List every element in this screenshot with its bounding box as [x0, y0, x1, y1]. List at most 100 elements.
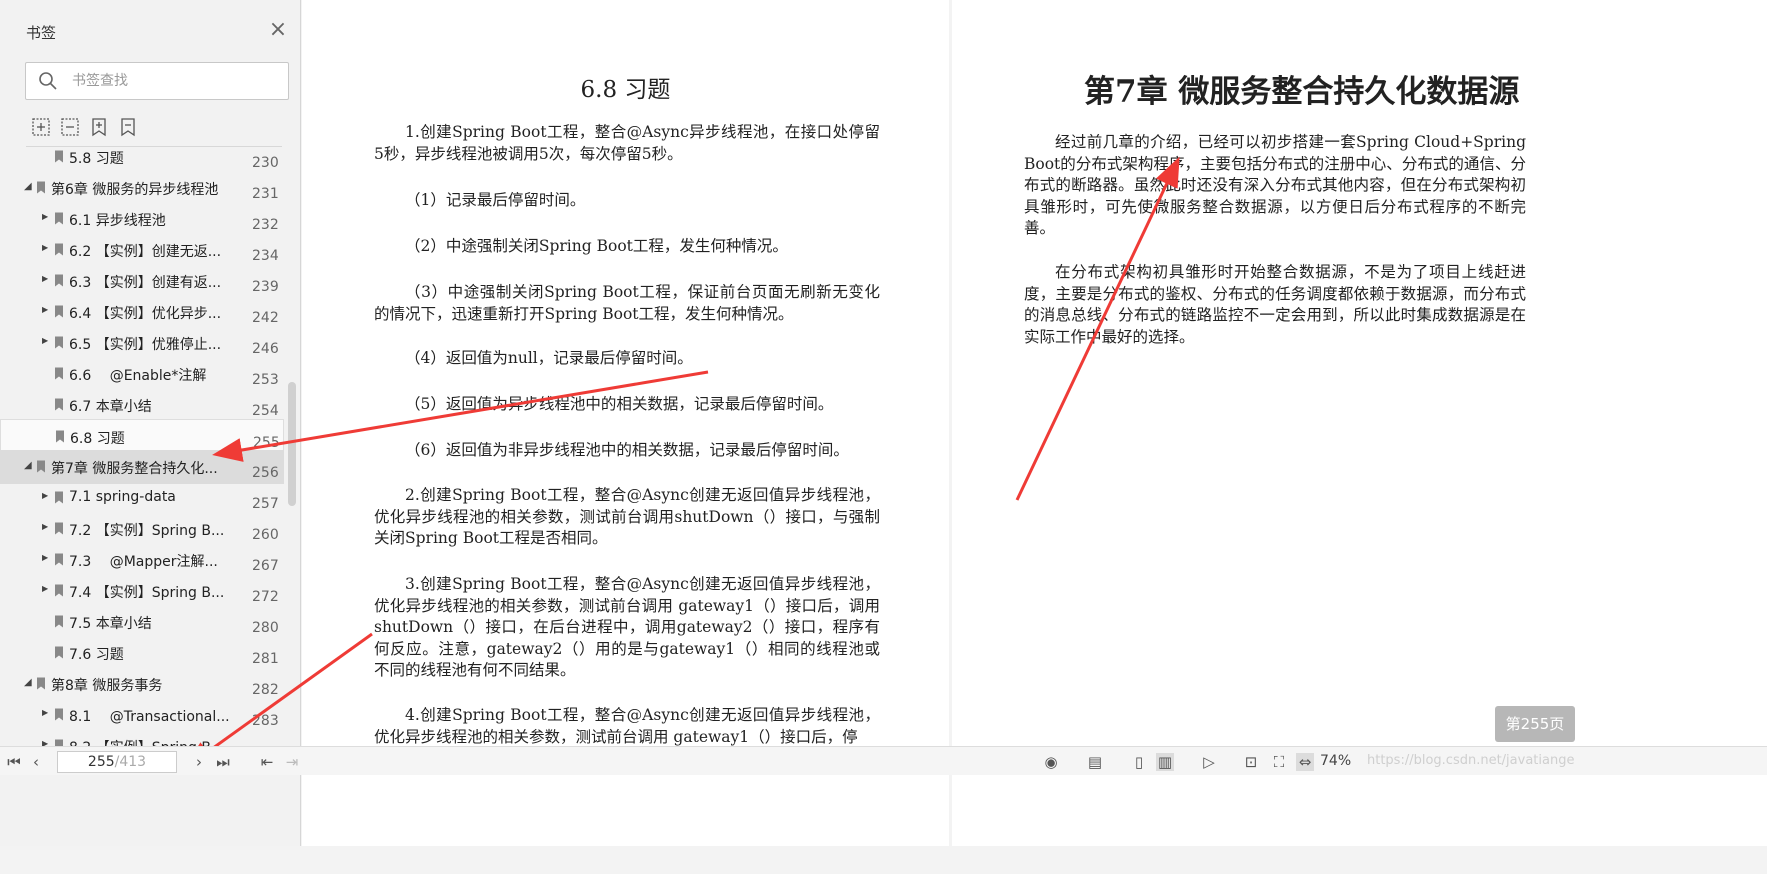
bookmark-search-input[interactable] — [70, 69, 274, 93]
exercise-paragraph: （4）返回值为null，记录最后停留时间。 — [405, 349, 693, 367]
bookmark-label: 7.4 【实例】Spring B... — [69, 585, 225, 601]
bookmark-expand-icon[interactable] — [88, 116, 110, 138]
expand-icon[interactable]: ▶ — [42, 305, 52, 317]
body-paragraph: 在分布式架构初具雏形时开始整合数据源，不是为了项目上线赶进度，主要是分布式的鉴权… — [1024, 263, 1526, 346]
bookmark-icon[interactable] — [117, 116, 139, 138]
body-paragraph: 经过前几章的介绍，已经可以初步搭建一套Spring Cloud+Spring B… — [1024, 133, 1526, 237]
bookmark-page-number: 272 — [252, 589, 279, 605]
last-page-icon[interactable]: ⏭ — [214, 753, 232, 771]
document-page-right: 第7章 微服务整合持久化数据源 经过前几章的介绍，已经可以初步搭建一套Sprin… — [952, 0, 1767, 846]
bookmark-page-number: 267 — [252, 558, 279, 574]
current-page: 255 — [87, 754, 115, 770]
bookmark-icon — [55, 367, 63, 380]
sidebar-scrollbar[interactable] — [288, 382, 296, 506]
exercise-paragraph: 4.创建Spring Boot工程，整合@Async创建无返回值异步线程池，优化… — [374, 706, 880, 746]
bookmark-item[interactable]: ▶ 6.1 异步线程池 232 — [0, 202, 284, 236]
bookmark-label: 6.7 本章小结 — [69, 399, 152, 415]
first-page-icon[interactable]: ⏮ — [5, 753, 23, 771]
expand-icon[interactable]: ▶ — [42, 708, 52, 720]
collapse-icon[interactable]: ◢ — [24, 677, 34, 689]
bookmark-item[interactable]: 6.7 本章小结 254 — [0, 388, 284, 422]
add-bookmark-icon[interactable] — [30, 116, 52, 138]
bookmark-item[interactable]: ▶ 6.5 【实例】优雅停止... 246 — [0, 326, 284, 360]
bookmark-icon — [55, 336, 63, 349]
expand-icon[interactable]: ▶ — [42, 336, 52, 348]
expand-icon[interactable]: ▶ — [42, 491, 52, 503]
bookmark-icon — [55, 212, 63, 225]
play-icon[interactable]: ▷ — [1200, 753, 1218, 771]
close-icon[interactable]: × — [266, 18, 290, 42]
watermark: https://blog.csdn.net/javatiange — [1367, 753, 1575, 768]
bookmark-page-number: 257 — [252, 496, 279, 512]
bookmark-item[interactable]: 6.6 @Enable*注解 253 — [0, 357, 284, 391]
prev-page-icon[interactable]: ‹ — [27, 753, 45, 771]
bookmark-icon — [55, 305, 63, 318]
expand-icon[interactable]: ▶ — [42, 584, 52, 596]
expand-icon[interactable]: ▶ — [42, 274, 52, 286]
back-icon[interactable]: ⇤ — [258, 753, 276, 771]
bookmark-sidebar: 书签 × 5.8 习题 230 ◢ 第6章 微服务的异步线程池 231 ▶ 6.1 异步线程… — [0, 0, 301, 846]
bookmark-label: 6.2 【实例】创建无返... — [69, 244, 222, 260]
bookmark-item[interactable]: 5.8 习题 230 — [0, 140, 284, 174]
page-view-icon[interactable]: ▯ — [1130, 753, 1148, 771]
chapter-title: 第7章 微服务整合持久化数据源 — [1084, 74, 1520, 110]
two-page-view-icon[interactable]: ▥ — [1156, 753, 1174, 771]
bookmark-page-number: 242 — [252, 310, 279, 326]
bookmark-page-number: 232 — [252, 217, 279, 233]
bookmark-item[interactable]: ◢ 第6章 微服务的异步线程池 231 — [0, 171, 284, 205]
total-pages: /413 — [114, 754, 147, 770]
bookmark-label: 7.2 【实例】Spring B... — [69, 523, 225, 539]
section-title: 6.8 习题 — [580, 77, 671, 103]
remove-bookmark-icon[interactable] — [59, 116, 81, 138]
bookmark-label: 8.1 @Transactional... — [69, 709, 230, 725]
bookmark-label: 6.5 【实例】优雅停止... — [69, 337, 222, 353]
page-number-field[interactable]: 255/413 — [57, 751, 177, 773]
bookmark-label: 7.6 习题 — [69, 647, 124, 663]
bookmark-page-number: 260 — [252, 527, 279, 543]
bookmark-icon — [56, 430, 64, 443]
bookmark-page-number: 256 — [252, 465, 279, 481]
next-page-icon[interactable]: › — [190, 753, 208, 771]
zoom-level[interactable]: 74% — [1320, 753, 1351, 769]
bookmark-item[interactable]: ▶ 6.2 【实例】创建无返... 234 — [0, 233, 284, 267]
bookmark-item[interactable]: ▶ 7.2 【实例】Spring B... 260 — [0, 512, 284, 546]
bookmark-search[interactable] — [25, 62, 289, 100]
actual-size-icon[interactable]: ⊡ — [1242, 753, 1260, 771]
bookmark-item[interactable]: ▶ 7.1 spring-data 257 — [0, 481, 284, 515]
bookmark-label: 第6章 微服务的异步线程池 — [51, 182, 219, 198]
bookmark-item[interactable]: ▶ 7.4 【实例】Spring B... 272 — [0, 574, 284, 608]
exercise-paragraph: （1）记录最后停留时间。 — [405, 191, 586, 209]
fit-width-icon[interactable]: ⇔ — [1296, 753, 1314, 771]
bookmark-item[interactable]: ▶ 8.1 @Transactional... 283 — [0, 698, 284, 732]
bookmark-icon — [55, 243, 63, 256]
bookmark-page-number: 246 — [252, 341, 279, 357]
document-page-left: 6.8 习题 1.创建Spring Boot工程，整合@Async异步线程池，在… — [302, 0, 949, 846]
expand-icon[interactable]: ▶ — [42, 522, 52, 534]
expand-icon[interactable]: ▶ — [42, 243, 52, 255]
fit-page-icon[interactable]: ⛶ — [1270, 753, 1288, 771]
bookmark-item[interactable]: ▶ 6.3 【实例】创建有返... 239 — [0, 264, 284, 298]
bookmark-icon — [55, 553, 63, 566]
bookmark-item[interactable]: ▶ 7.3 @Mapper注解... 267 — [0, 543, 284, 577]
bookmark-page-number: 239 — [252, 279, 279, 295]
bookmark-item[interactable]: ▶ 6.4 【实例】优化异步... 242 — [0, 295, 284, 329]
bookmark-item[interactable]: 6.8 习题 255 — [0, 419, 284, 453]
exercise-paragraph: （6）返回值为非异步线程池中的相关数据，记录最后停留时间。 — [405, 441, 849, 459]
bookmark-icon — [55, 522, 63, 535]
bookmark-item[interactable]: ◢ 第8章 微服务事务 282 — [0, 667, 284, 701]
bookmark-item[interactable]: 7.6 习题 281 — [0, 636, 284, 670]
bookmark-label: 6.3 【实例】创建有返... — [69, 275, 222, 291]
bookmark-label: 6.4 【实例】优化异步... — [69, 306, 222, 322]
expand-icon[interactable]: ▶ — [42, 553, 52, 565]
collapse-icon[interactable]: ◢ — [24, 460, 34, 472]
expand-icon[interactable]: ▶ — [42, 212, 52, 224]
bookmark-icon — [55, 584, 63, 597]
bookmark-page-number: 280 — [252, 620, 279, 636]
bookmark-item[interactable]: 7.5 本章小结 280 — [0, 605, 284, 639]
collapse-icon[interactable]: ◢ — [24, 181, 34, 193]
exercise-paragraph: 1.创建Spring Boot工程，整合@Async异步线程池，在接口处停留5秒… — [374, 123, 880, 163]
single-page-view-icon[interactable]: ▤ — [1086, 753, 1104, 771]
bookmark-item[interactable]: ◢ 第7章 微服务整合持久化... 256 — [0, 450, 284, 484]
eye-icon[interactable]: ◉ — [1042, 753, 1060, 771]
forward-icon[interactable]: ⇥ — [283, 753, 301, 771]
